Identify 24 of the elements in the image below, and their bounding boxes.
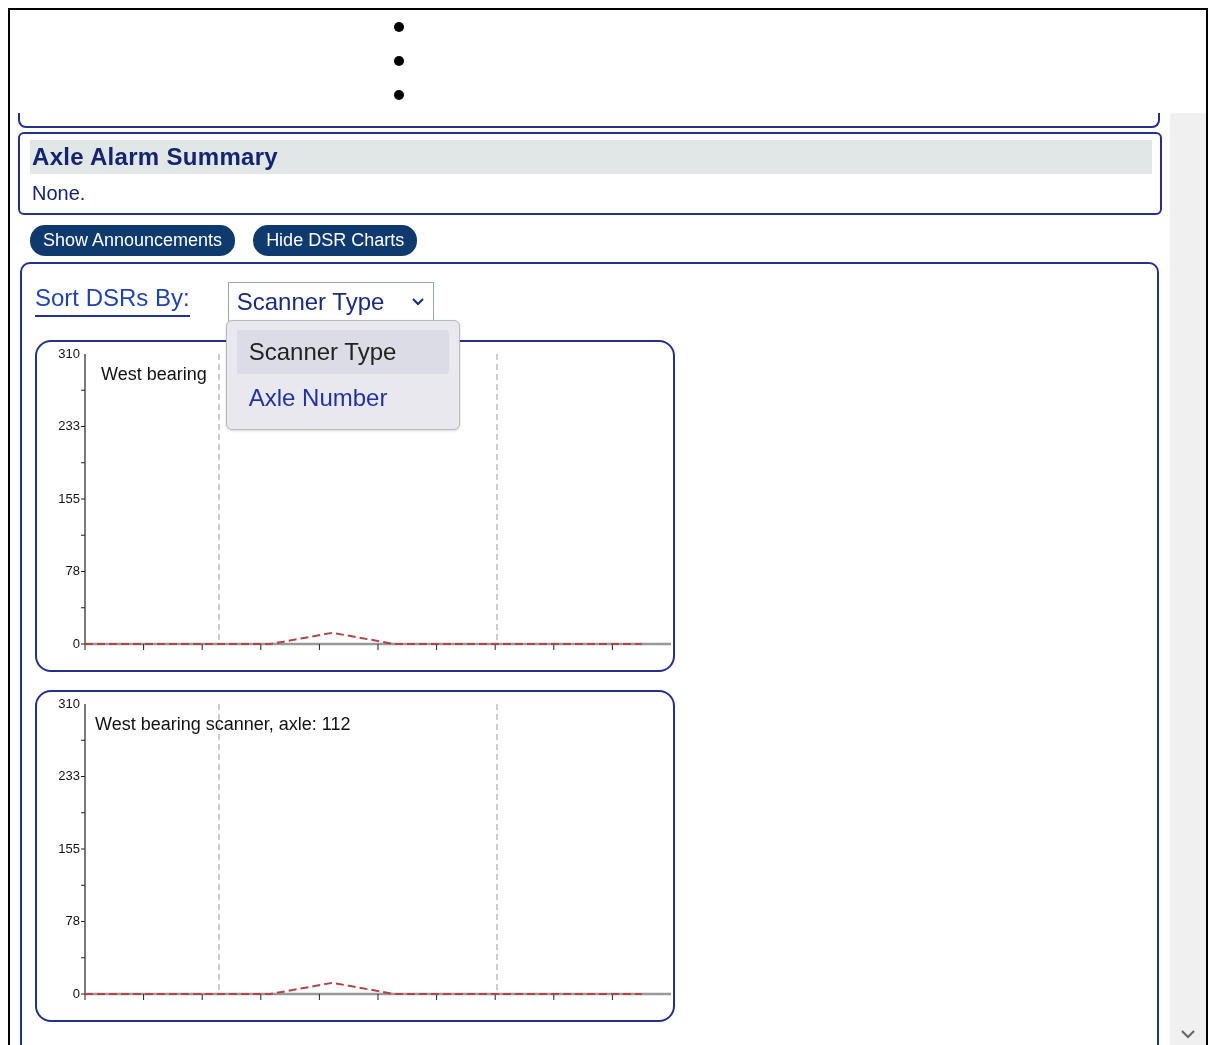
chart-title: West bearing scanner, axle: 112: [95, 714, 351, 734]
summary-text: None.: [31, 182, 87, 205]
toggle-button[interactable]: Hide DSR Charts: [253, 225, 418, 256]
scroll-down-icon[interactable]: [1180, 1029, 1196, 1039]
dropdown-option[interactable]: Scanner Type: [236, 330, 449, 374]
axis-label: 78: [65, 563, 80, 579]
toggle-button[interactable]: Show Announcements: [30, 225, 236, 256]
axis-label: 0: [72, 636, 80, 651]
caret-icon: [410, 297, 425, 307]
vertical-ellipsis-icon: [393, 22, 405, 102]
scrollbar[interactable]: [1170, 113, 1206, 1045]
axis-label: 233: [58, 768, 80, 784]
dropdown-option[interactable]: Axle Number: [236, 376, 449, 420]
axis-label: 233: [58, 418, 80, 434]
section-heading: Axle Alarm Summary: [30, 140, 1152, 174]
axis-label: 310: [58, 696, 80, 711]
sort-label: Sort DSRs By:: [35, 284, 190, 317]
axis-label: 155: [58, 491, 80, 506]
axis-label: 78: [65, 913, 80, 929]
axis-label: 0: [72, 986, 80, 1001]
sort-dropdown[interactable]: Scanner Type: [227, 282, 434, 322]
axis-label: 155: [58, 841, 80, 856]
axis-label: 310: [58, 346, 80, 361]
chart-title: West bearing: [101, 364, 207, 384]
